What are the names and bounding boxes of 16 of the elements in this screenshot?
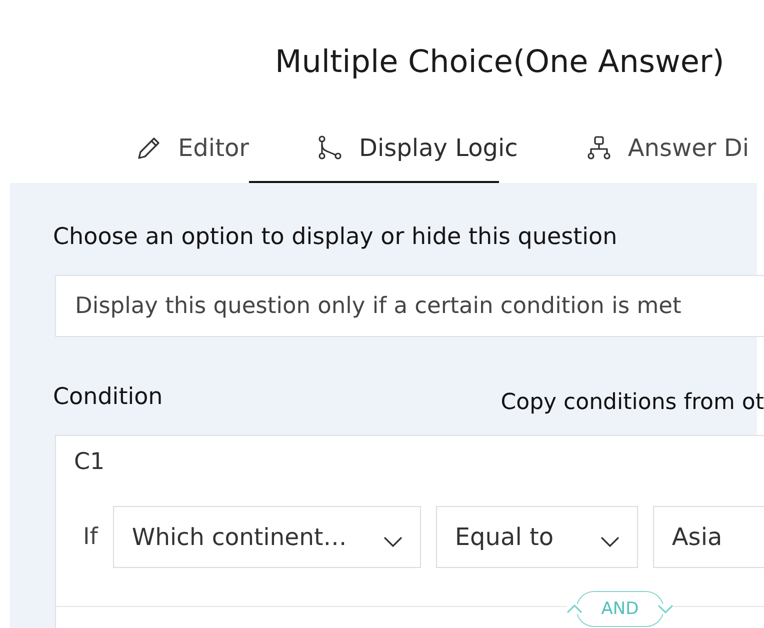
operator-dropdown[interactable]: Equal to (436, 506, 638, 568)
field-label: Choose an option to display or hide this question (53, 223, 618, 251)
section-heading: Condition (53, 383, 163, 411)
chevron-down-icon (658, 604, 673, 614)
tab[interactable]: Display Logic (249, 113, 518, 183)
page-title: Multiple Choice(One Answer) (275, 43, 724, 82)
display-option-select[interactable]: Display this question only if a certain condition is met (55, 275, 764, 337)
copy-conditions-link[interactable]: Copy conditions from ot (500, 389, 764, 417)
chevron-down-icon (384, 537, 402, 547)
condition-name: C1 (74, 448, 105, 476)
hierarchy-icon (584, 134, 613, 162)
question-dropdown[interactable]: Which continent… (112, 506, 421, 568)
if-label: If (83, 524, 98, 550)
value-field[interactable]: Asia (652, 506, 764, 568)
chevron-up-icon (567, 604, 582, 614)
chevron-down-icon (600, 537, 619, 547)
